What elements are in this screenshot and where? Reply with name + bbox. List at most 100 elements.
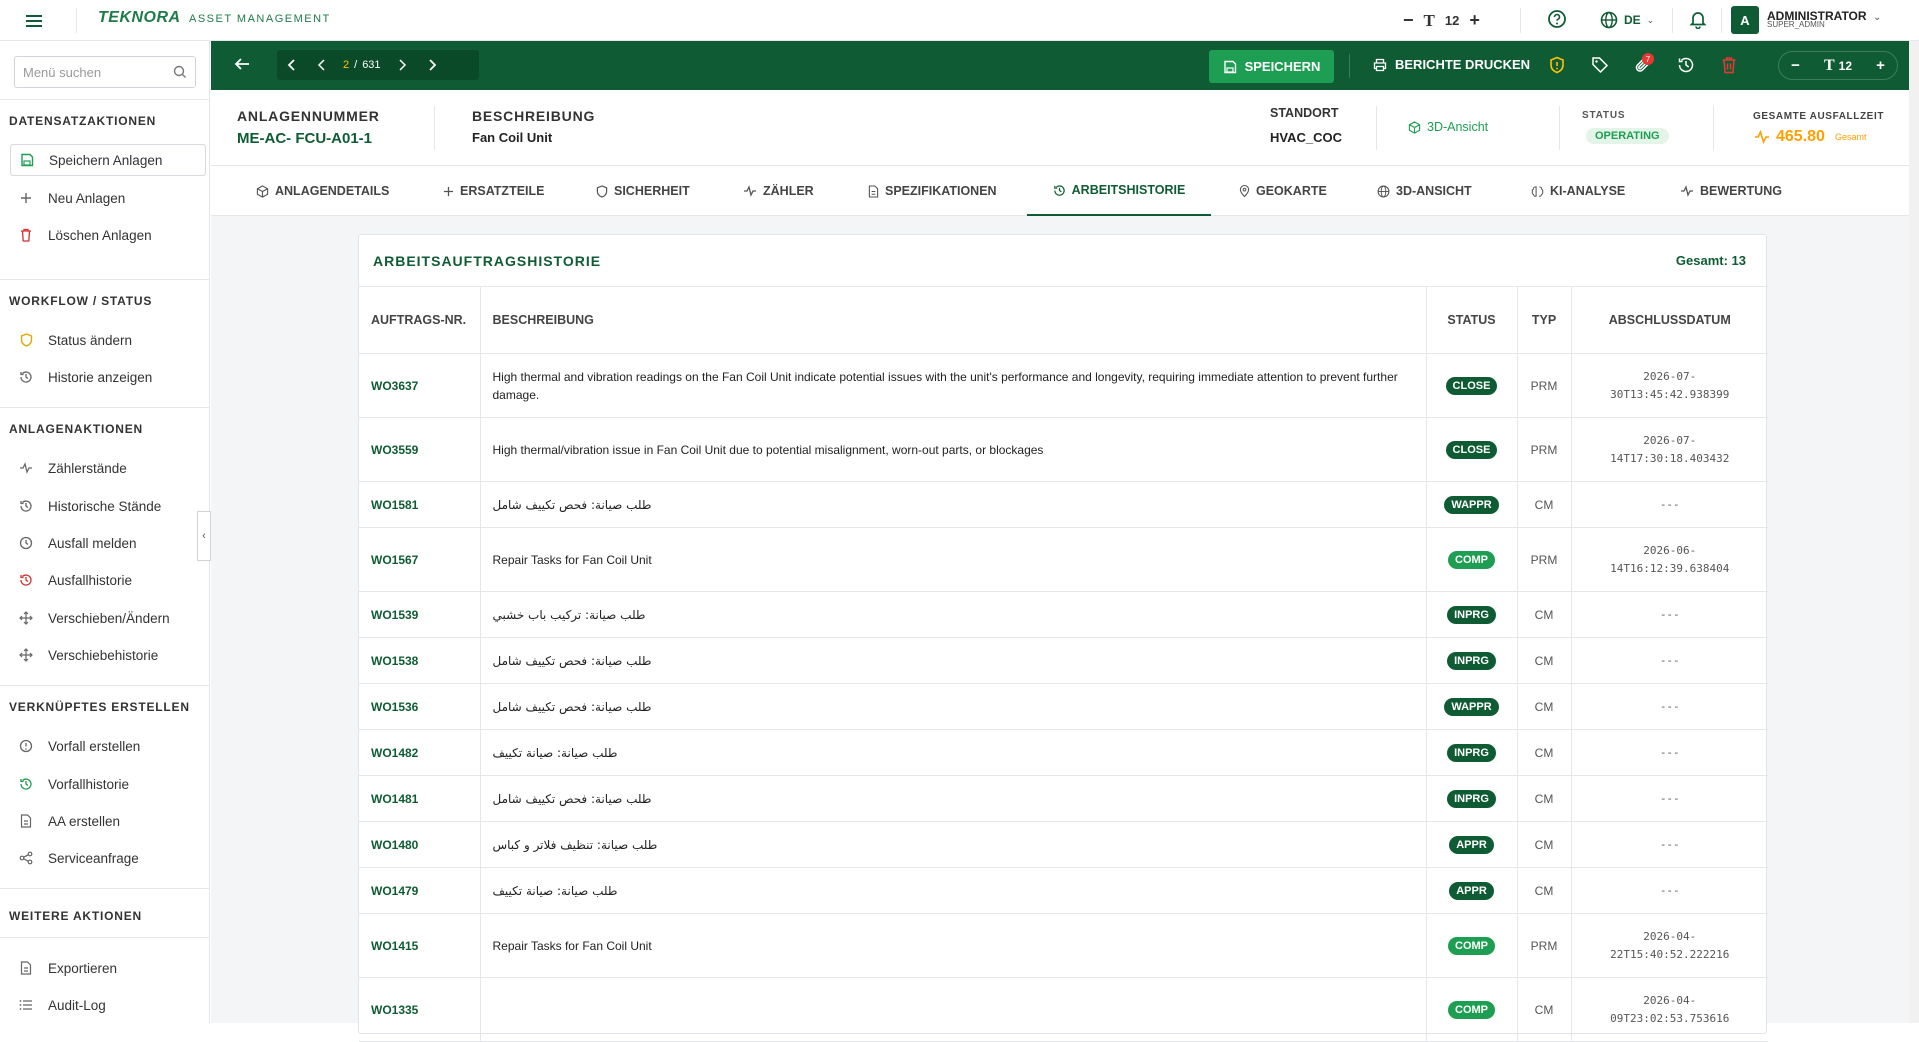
sidebar-item-report-failure[interactable]: Ausfall melden bbox=[10, 527, 206, 559]
sidebar-item-new-asset[interactable]: Neu Anlagen bbox=[10, 182, 206, 214]
prev-page-button[interactable] bbox=[307, 50, 337, 80]
sidebar-collapse-button[interactable]: ‹ bbox=[197, 511, 211, 561]
completion-date: --- bbox=[1571, 775, 1768, 822]
table-row[interactable]: WO3637 High thermal and vibration reading… bbox=[359, 353, 1768, 418]
user-avatar[interactable]: A bbox=[1731, 6, 1759, 34]
completion-date: --- bbox=[1571, 867, 1768, 914]
work-order-number[interactable]: WO3637 bbox=[359, 353, 481, 418]
tag-icon[interactable] bbox=[1591, 56, 1611, 76]
table-row[interactable]: WO1415 Repair Tasks for Fan Coil Unit COMP… bbox=[359, 913, 1768, 978]
work-order-type: PRM bbox=[1517, 527, 1572, 592]
table-row[interactable]: WO1538 طلب صيانة: فحص تكييف شامل INPRG CM --… bbox=[359, 637, 1768, 684]
col-header-order-number[interactable]: AUFTRAGS-NR. bbox=[359, 286, 481, 354]
work-order-history-card: ARBEITSAUFTRAGSHISTORIE Gesamt: 13 AUFTR… bbox=[358, 234, 1768, 1042]
sidebar: Menü suchen DATENSATZAKTIONEN Speichern … bbox=[0, 41, 210, 1023]
sidebar-item-create-work-order[interactable]: AA erstellen bbox=[10, 805, 206, 837]
font-decrease-button[interactable]: − bbox=[1791, 57, 1800, 74]
tab-ai-analysis[interactable]: KI-ANALYSE bbox=[1531, 166, 1625, 216]
work-order-number[interactable]: WO1538 bbox=[359, 637, 481, 684]
table-row[interactable]: WO1335 COMP CM 2026-04- 09T23:02:53.753616 bbox=[359, 977, 1768, 1042]
text-size-icon: T bbox=[1423, 10, 1435, 30]
print-reports-button[interactable]: BERICHTE DRUCKEN bbox=[1373, 57, 1530, 72]
table-row[interactable]: WO1567 Repair Tasks for Fan Coil Unit COMP… bbox=[359, 527, 1768, 592]
sidebar-item-audit-log[interactable]: Audit-Log bbox=[10, 989, 206, 1021]
first-page-button[interactable] bbox=[277, 50, 307, 80]
table-row[interactable]: WO3559 High thermal/vibration issue in Fa… bbox=[359, 417, 1768, 482]
notification-bell-icon[interactable] bbox=[1688, 9, 1710, 31]
sidebar-item-save-asset[interactable]: Speichern Anlagen bbox=[10, 144, 206, 176]
tab-safety[interactable]: SICHERHEIT bbox=[596, 166, 690, 216]
work-order-number[interactable]: WO1481 bbox=[359, 775, 481, 822]
table-row[interactable]: WO1581 طلب صيانة: فحص تكييف شامل WAPPR CM --… bbox=[359, 481, 1768, 528]
next-page-button[interactable] bbox=[387, 50, 417, 80]
tab-geo-map[interactable]: GEOKARTE bbox=[1239, 166, 1327, 216]
sidebar-item-change-status[interactable]: Status ändern bbox=[10, 324, 206, 356]
language-selector[interactable]: DE ⌄ bbox=[1600, 11, 1654, 29]
sidebar-item-failure-history[interactable]: Ausfallhistorie bbox=[10, 564, 206, 596]
sidebar-item-label: Historie anzeigen bbox=[48, 369, 153, 385]
user-menu-chevron-icon[interactable]: ⌄ bbox=[1873, 12, 1881, 23]
work-order-number[interactable]: WO1480 bbox=[359, 821, 481, 868]
work-order-number[interactable]: WO1479 bbox=[359, 867, 481, 914]
sidebar-item-delete-asset[interactable]: Löschen Anlagen bbox=[10, 219, 206, 251]
sidebar-item-move-change[interactable]: Verschieben/Ändern bbox=[10, 602, 206, 634]
tab-meters[interactable]: ZÄHLER bbox=[743, 166, 814, 216]
work-order-number[interactable]: WO1567 bbox=[359, 527, 481, 592]
tab-asset-details[interactable]: ANLAGENDETAILS bbox=[256, 166, 389, 216]
table-row[interactable]: WO1482 طلب صيانة: صيانة تكييف INPRG CM --- bbox=[359, 729, 1768, 776]
sidebar-item-create-incident[interactable]: Vorfall erstellen bbox=[10, 730, 206, 762]
history-icon[interactable] bbox=[1677, 56, 1697, 76]
table-row[interactable]: WO1481 طلب صيانة: فحص تكييف شامل INPRG CM --… bbox=[359, 775, 1768, 822]
work-order-number[interactable]: WO1415 bbox=[359, 913, 481, 978]
page-scrollbar[interactable] bbox=[1909, 41, 1919, 1023]
table-row[interactable]: WO1479 طلب صيانة: صيانة تكييف APPR CM --- bbox=[359, 867, 1768, 914]
history-icon bbox=[18, 572, 34, 588]
save-button[interactable]: SPEICHERN bbox=[1209, 50, 1334, 83]
work-order-type: CM bbox=[1517, 821, 1572, 868]
table-row[interactable]: WO1480 طلب صيانة: تنظيف فلاتر و كباس APPR C… bbox=[359, 821, 1768, 868]
sidebar-item-show-history[interactable]: Historie anzeigen bbox=[10, 361, 206, 393]
3d-view-link[interactable]: 3D-Ansicht bbox=[1408, 120, 1488, 134]
sidebar-item-label: Verschieben/Ändern bbox=[48, 610, 170, 626]
back-arrow-icon[interactable] bbox=[233, 55, 251, 73]
work-order-number[interactable]: WO1536 bbox=[359, 683, 481, 730]
shield-alert-icon[interactable] bbox=[1548, 56, 1568, 76]
tab-rating[interactable]: BEWERTUNG bbox=[1680, 166, 1782, 216]
sidebar-item-export[interactable]: Exportieren bbox=[10, 952, 206, 984]
tab-work-history[interactable]: ARBEITSHISTORIE bbox=[1027, 166, 1211, 216]
sidebar-item-incident-history[interactable]: Vorfallhistorie bbox=[10, 768, 206, 800]
work-order-number[interactable]: WO1335 bbox=[359, 977, 481, 1042]
work-order-number[interactable]: WO1539 bbox=[359, 591, 481, 638]
tab-3d-view[interactable]: 3D-ANSICHT bbox=[1377, 166, 1472, 216]
sidebar-item-meter-readings[interactable]: Zählerstände bbox=[10, 452, 206, 484]
tab-specifications[interactable]: SPEZIFIKATIONEN bbox=[868, 166, 997, 216]
last-page-button[interactable] bbox=[417, 50, 447, 80]
sidebar-item-label: Status ändern bbox=[48, 332, 133, 348]
tab-spare-parts[interactable]: ERSATZTEILE bbox=[443, 166, 545, 216]
col-header-type[interactable]: TYP bbox=[1517, 286, 1572, 354]
col-header-completion-date[interactable]: ABSCHLUSSDATUM bbox=[1571, 286, 1768, 354]
help-icon[interactable] bbox=[1547, 9, 1569, 31]
section-title-workflow: WORKFLOW / STATUS bbox=[9, 294, 153, 308]
menu-search-input[interactable]: Menü suchen bbox=[14, 56, 196, 88]
table-row[interactable]: WO1539 طلب صيانة: تركيب باب خشبي INPRG CM --… bbox=[359, 591, 1768, 638]
font-decrease-button[interactable]: − bbox=[1403, 10, 1414, 31]
alert-circle-icon bbox=[18, 738, 34, 754]
trash-icon[interactable] bbox=[1721, 56, 1741, 76]
sidebar-item-move-history[interactable]: Verschiebehistorie bbox=[10, 639, 206, 671]
col-header-description[interactable]: BESCHREIBUNG bbox=[480, 286, 1427, 354]
work-order-number[interactable]: WO3559 bbox=[359, 417, 481, 482]
completion-date: --- bbox=[1571, 637, 1768, 684]
font-increase-button[interactable]: + bbox=[1876, 57, 1885, 74]
font-increase-button[interactable]: + bbox=[1469, 10, 1480, 31]
table-row[interactable]: WO1536 طلب صيانة: فحص تكييف شامل WAPPR CM --… bbox=[359, 683, 1768, 730]
work-order-type: CM bbox=[1517, 637, 1572, 684]
sidebar-item-historical-readings[interactable]: Historische Stände bbox=[10, 490, 206, 522]
work-order-number[interactable]: WO1581 bbox=[359, 481, 481, 528]
col-header-status[interactable]: STATUS bbox=[1426, 286, 1518, 354]
page-current[interactable]: 2 bbox=[343, 59, 349, 71]
hamburger-menu-icon[interactable] bbox=[22, 9, 46, 33]
document-icon bbox=[18, 813, 34, 829]
work-order-number[interactable]: WO1482 bbox=[359, 729, 481, 776]
sidebar-item-service-request[interactable]: Serviceanfrage bbox=[10, 842, 206, 874]
